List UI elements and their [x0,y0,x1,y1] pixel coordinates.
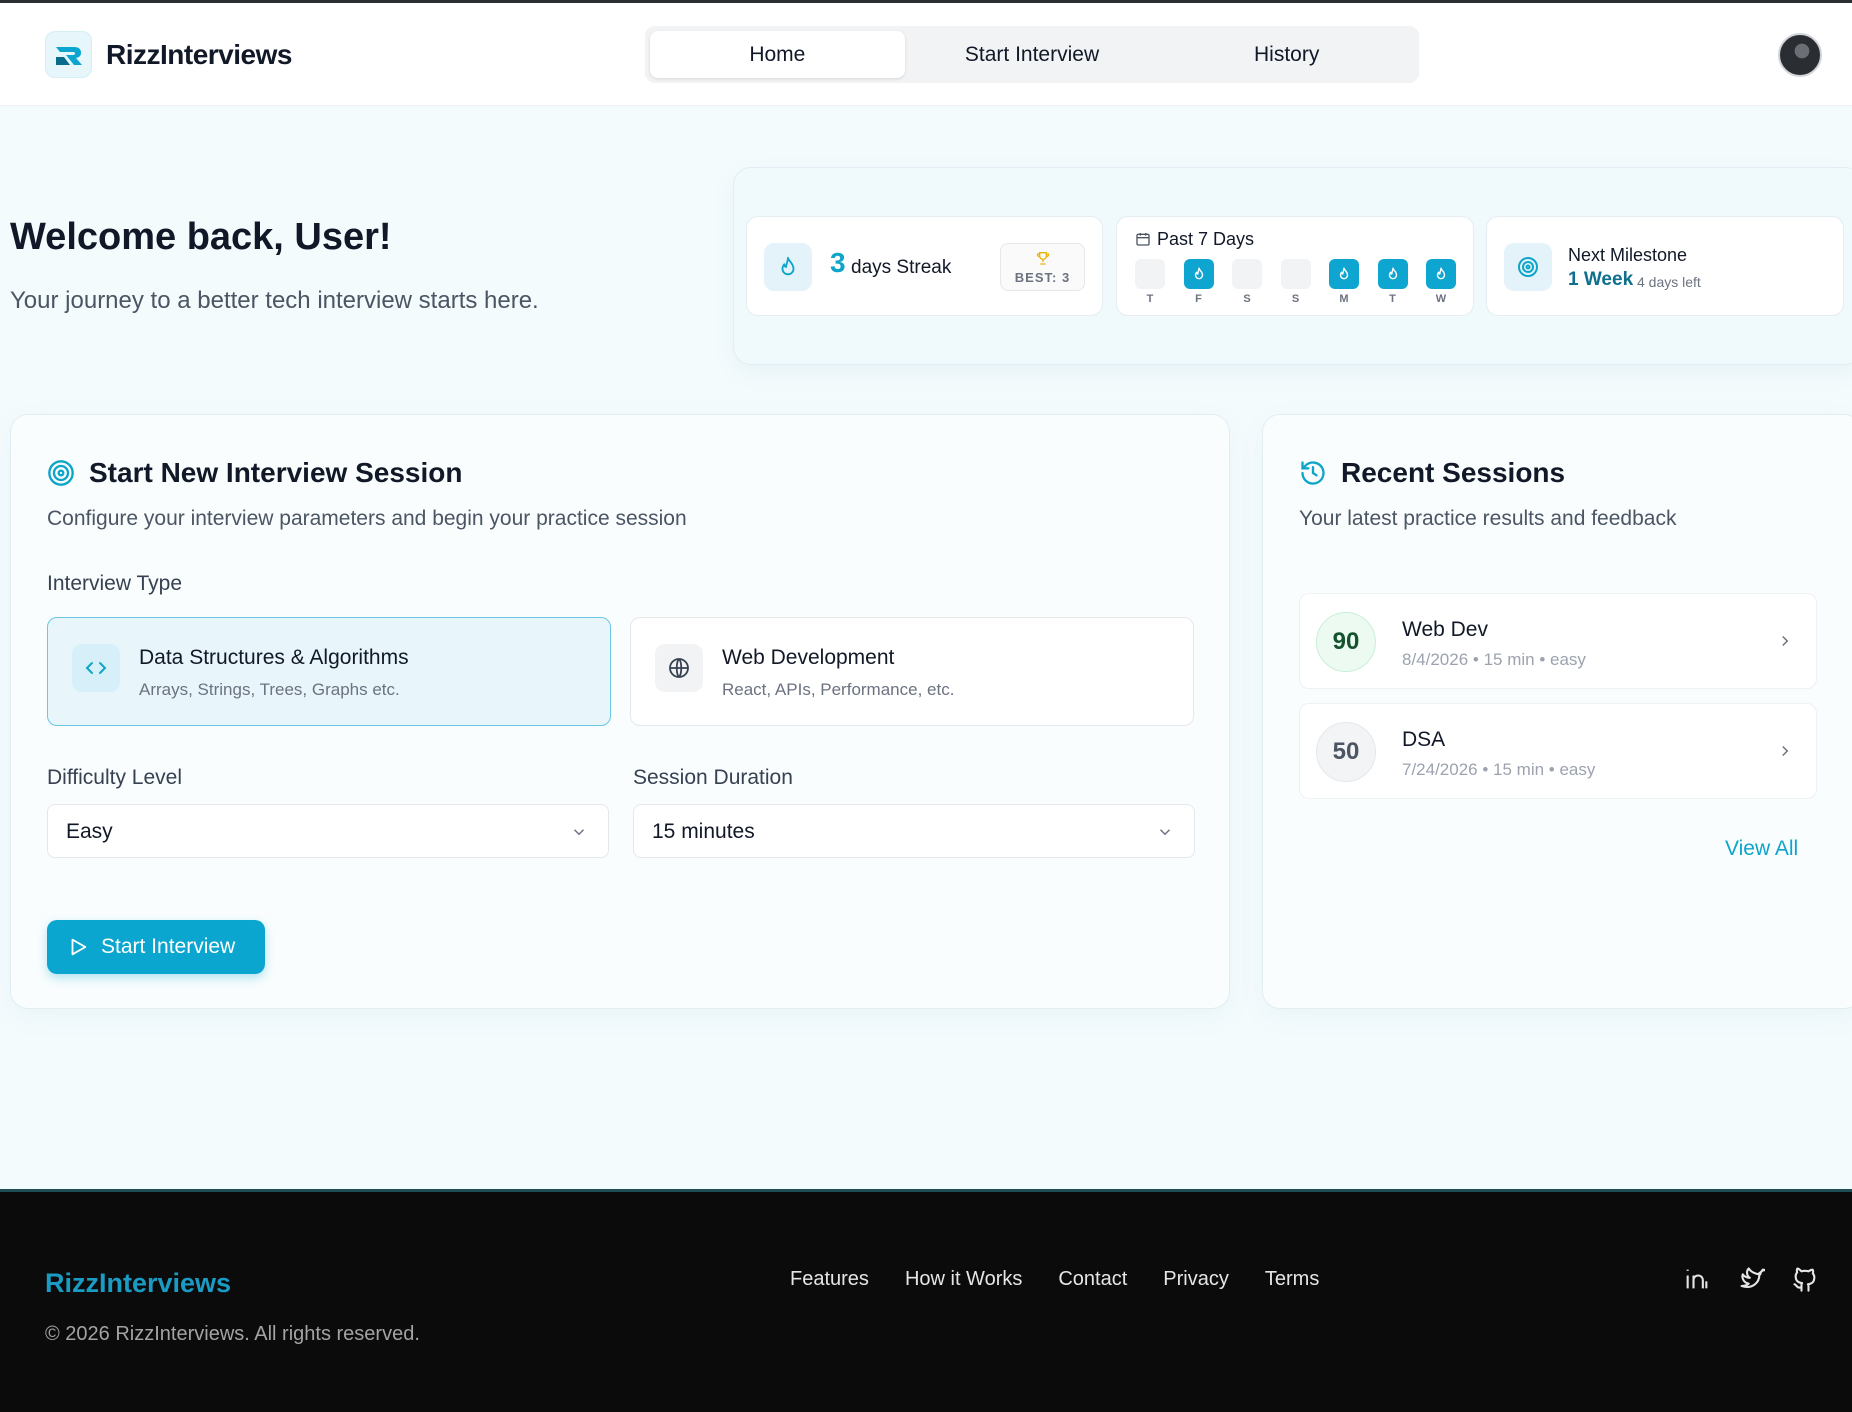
milestone-value: 1 Week [1568,269,1634,290]
type-desc: Arrays, Strings, Trees, Graphs etc. [139,680,400,699]
day-cell [1329,259,1359,289]
past-7-days-title: Past 7 Days [1157,229,1255,249]
type-option-web-dev[interactable]: Web Development React, APIs, Performance… [630,617,1194,726]
logo-icon [45,31,92,78]
recent-sessions-subtitle: Your latest practice results and feedbac… [1299,507,1677,530]
day-label: M [1339,293,1349,305]
type-name: Web Development [722,646,895,669]
stats-panel: 3 days Streak BEST: 3 Past 7 Days T F S S M T… [733,167,1852,365]
view-all-link[interactable]: View All [1725,837,1798,861]
footer-links: Features How it Works Contact Privacy Te… [790,1268,1319,1291]
day-cell [1183,259,1214,289]
start-interview-label: Start Interview [101,935,236,958]
footer-link-privacy[interactable]: Privacy [1163,1268,1229,1291]
target-icon [47,459,75,492]
page-title: Welcome back, User! [10,216,392,258]
play-icon [71,938,87,956]
flame-icon [764,243,812,291]
footer-brand[interactable]: RizzInterviews [45,1268,231,1299]
past-7-days-card: Past 7 Days T F S S M T W [1116,216,1474,316]
duration-select[interactable]: 15 minutes [633,804,1195,858]
chevron-right-icon [1776,632,1794,655]
duration-value: 15 minutes [652,820,755,843]
streak-label: days Streak [851,257,952,278]
main-nav: Home Start Interview History [645,26,1419,83]
social-links [1682,1264,1820,1294]
tab-start-interview[interactable]: Start Interview [905,31,1160,78]
session-meta: 7/24/2026 • 15 min • easy [1402,760,1596,779]
session-meta: 8/4/2026 • 15 min • easy [1402,650,1586,669]
day-label: F [1195,293,1202,305]
streak-card: 3 days Streak BEST: 3 [746,216,1103,316]
milestone-card: Next Milestone 1 Week 4 days left [1486,216,1844,316]
difficulty-value: Easy [66,820,113,843]
day-label: T [1389,293,1396,305]
footer-link-how-it-works[interactable]: How it Works [905,1268,1022,1291]
session-score: 90 [1316,612,1376,672]
day-label: S [1291,293,1300,305]
target-icon [1504,243,1552,291]
session-row[interactable]: 90 Web Dev 8/4/2026 • 15 min • easy [1299,593,1817,689]
type-desc: React, APIs, Performance, etc. [722,680,955,699]
calendar-icon [1135,231,1151,252]
user-avatar[interactable] [1778,33,1822,77]
brand-name: RizzInterviews [106,38,292,70]
page-subtitle: Your journey to a better tech interview … [10,287,539,314]
type-option-dsa[interactable]: Data Structures & Algorithms Arrays, Str… [47,617,611,726]
footer-copyright: © 2026 RizzInterviews. All rights reserv… [45,1323,420,1345]
streak-count: 3 [830,247,846,278]
footer-link-terms[interactable]: Terms [1265,1268,1319,1291]
type-name: Data Structures & Algorithms [139,646,409,669]
best-streak-badge: BEST: 3 [1000,243,1085,291]
new-session-card: Start New Interview Session Configure yo… [10,414,1230,1009]
milestone-title: Next Milestone [1568,245,1688,265]
github-icon[interactable] [1790,1264,1820,1294]
chevron-down-icon [1156,823,1174,846]
session-card-subtitle: Configure your interview parameters and … [47,507,687,530]
best-streak-text: BEST: 3 [1014,270,1071,285]
app-header: RizzInterviews Home Start Interview Hist… [0,3,1852,106]
trophy-icon [1035,249,1051,272]
day-cell [1426,259,1456,289]
linkedin-icon[interactable] [1682,1264,1712,1294]
day-label: S [1243,293,1251,305]
milestone-remaining: 4 days left [1637,274,1701,290]
brand-logo[interactable]: RizzInterviews [45,31,292,78]
day-cell [1135,259,1165,289]
duration-label: Session Duration [633,766,793,789]
session-score: 50 [1316,722,1376,782]
difficulty-select[interactable]: Easy [47,804,609,858]
flame-icon [1339,267,1349,280]
recent-sessions-card: Recent Sessions Your latest practice res… [1262,414,1852,1009]
session-card-title: Start New Interview Session [89,457,463,488]
footer-link-features[interactable]: Features [790,1268,869,1291]
day-cell [1232,259,1262,289]
flame-icon [1194,267,1203,280]
recent-sessions-title: Recent Sessions [1341,457,1566,488]
flame-icon [1388,267,1397,280]
site-footer: RizzInterviews © 2026 RizzInterviews. Al… [0,1189,1852,1412]
history-icon [1299,459,1327,492]
session-name: Web Dev [1402,618,1488,641]
code-icon [72,644,120,692]
globe-icon [655,644,703,692]
twitter-icon[interactable] [1736,1264,1766,1294]
session-row[interactable]: 50 DSA 7/24/2026 • 15 min • easy [1299,703,1817,799]
interview-type-label: Interview Type [47,572,183,595]
start-interview-button[interactable]: Start Interview [47,920,265,974]
difficulty-label: Difficulty Level [47,766,183,789]
day-label: T [1146,293,1154,305]
footer-link-contact[interactable]: Contact [1058,1268,1127,1291]
day-cell [1377,259,1408,289]
day-cell [1280,259,1311,289]
session-name: DSA [1402,728,1446,751]
day-label: W [1435,293,1447,305]
flame-icon [1436,267,1446,280]
tab-history[interactable]: History [1159,31,1414,78]
chevron-down-icon [570,823,588,846]
tab-home[interactable]: Home [650,31,905,78]
chevron-right-icon [1776,742,1794,765]
